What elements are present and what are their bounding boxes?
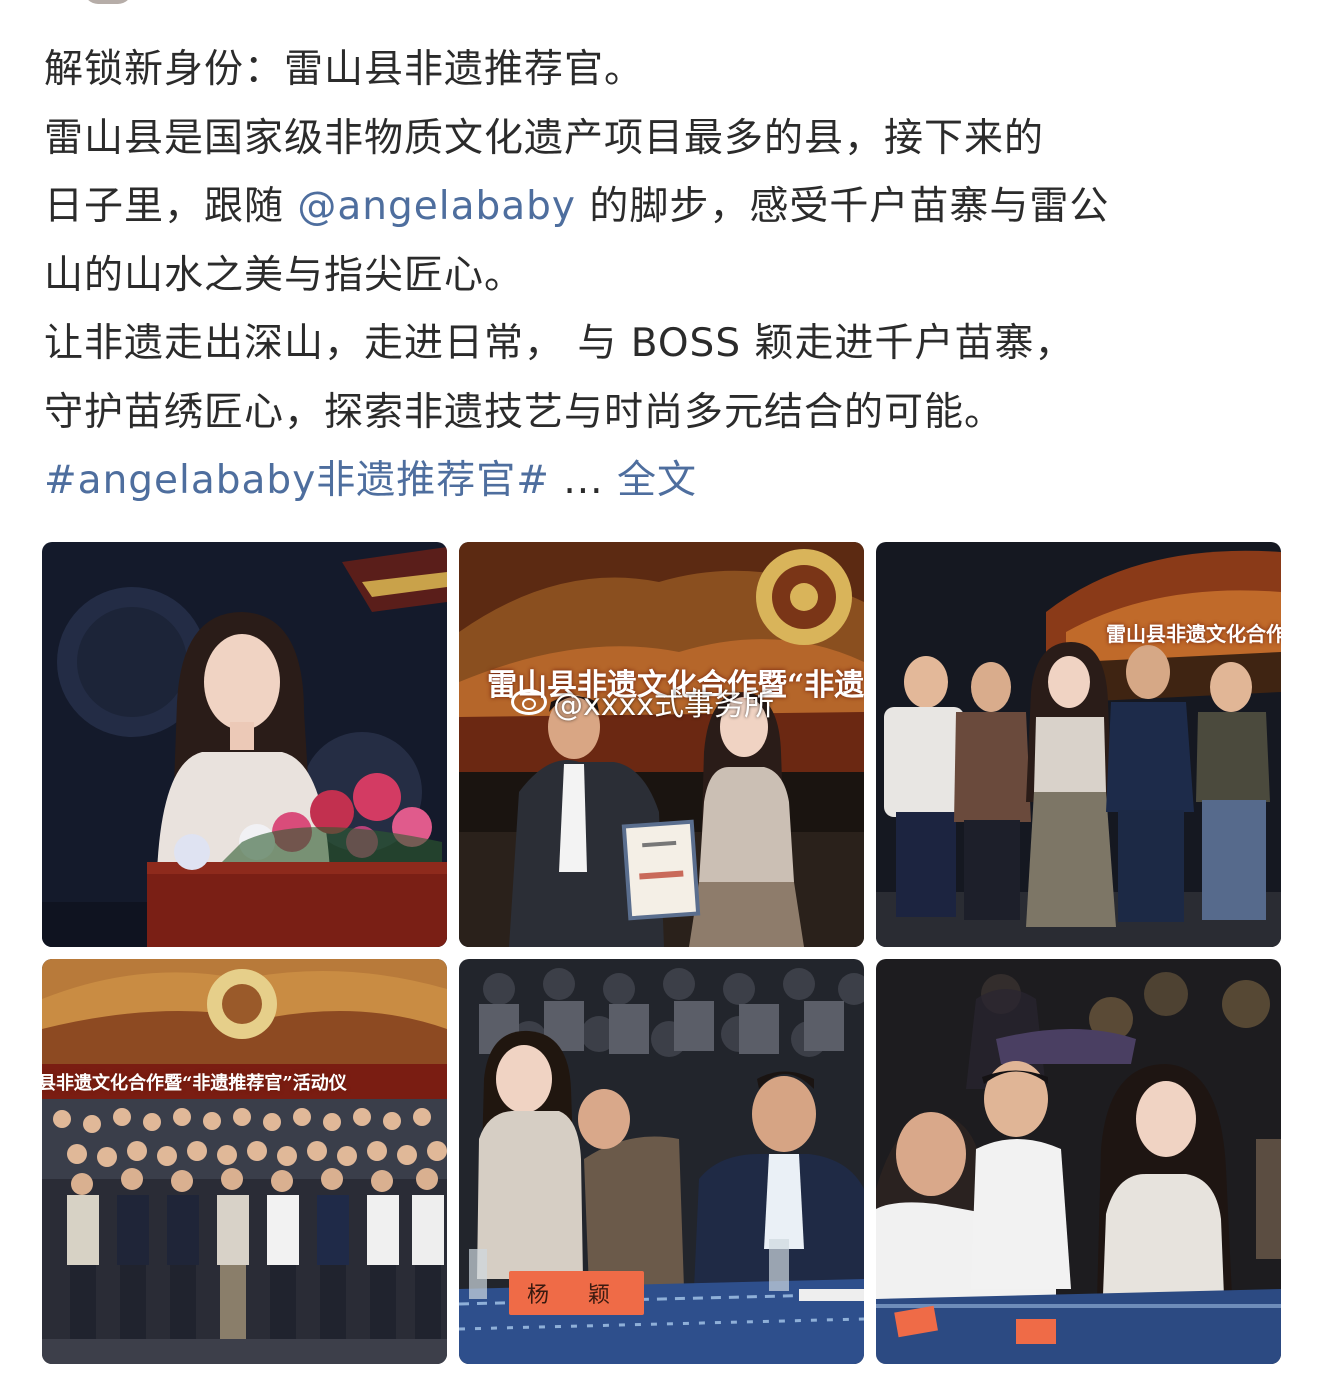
photo-5-seated-nameplate[interactable]: 杨 颖	[459, 959, 864, 1364]
post-line-4: 山的山水之美与指尖匠心。	[44, 252, 525, 298]
photo-1-podium-speech[interactable]	[42, 542, 447, 947]
hashtag-link[interactable]: #angelababy非遗推荐官#	[44, 458, 550, 503]
post-line-5: 让非遗走出深山，走进日常， 与 BOSS 颖走进千户苗寨，	[44, 321, 1075, 366]
post-line-6: 守护苗绣匠心，探索非遗技艺与时尚多元结合的可能。	[44, 389, 1005, 435]
post-line-7: #angelababy非遗推荐官# ... 全文	[44, 447, 1284, 516]
photo-6-seated-guests[interactable]	[876, 959, 1281, 1364]
weibo-icon	[511, 689, 547, 715]
photo-grid: 雷山县非遗文化合作暨“非遗 @xxxx式事务所 雷山县非遗文化合作 县非遗文化合…	[42, 542, 1281, 1364]
post-line-3-end: 的脚步，感受千户苗寨与雷公	[576, 184, 1110, 229]
ellipsis: ...	[549, 458, 617, 503]
photo-3-group-on-stage[interactable]: 雷山县非遗文化合作	[876, 542, 1281, 947]
nameplate: 杨 颖	[509, 1271, 644, 1315]
post-line-3-start: 日子里，跟随	[44, 184, 298, 229]
photo-2-certificate-handover[interactable]: 雷山县非遗文化合作暨“非遗 @xxxx式事务所	[459, 542, 864, 947]
post-body: 解锁新身份：雷山县非遗推荐官。 雷山县是国家级非物质文化遗产项目最多的县，接下来…	[44, 36, 1284, 516]
full-text-link[interactable]: 全文	[617, 458, 697, 503]
watermark: @xxxx式事务所	[511, 680, 774, 724]
post-line-2: 雷山县是国家级非物质文化遗产项目最多的县，接下来的	[44, 115, 1045, 161]
photo-4-large-group[interactable]: 县非遗文化合作暨“非遗推荐官”活动仪	[42, 959, 447, 1364]
author-avatar[interactable]	[84, 0, 132, 4]
mention-link[interactable]: @angelababy	[297, 184, 576, 229]
stage-banner-3: 雷山县非遗文化合作	[1106, 622, 1281, 646]
stage-banner-4: 县非遗文化合作暨“非遗推荐官”活动仪	[42, 1073, 347, 1094]
post-line-1: 解锁新身份：雷山县非遗推荐官。	[44, 47, 645, 92]
post-line-3: 日子里，跟随 @angelababy 的脚步，感受千户苗寨与雷公	[44, 173, 1284, 242]
watermark-text: @xxxx式事务所	[553, 688, 775, 723]
